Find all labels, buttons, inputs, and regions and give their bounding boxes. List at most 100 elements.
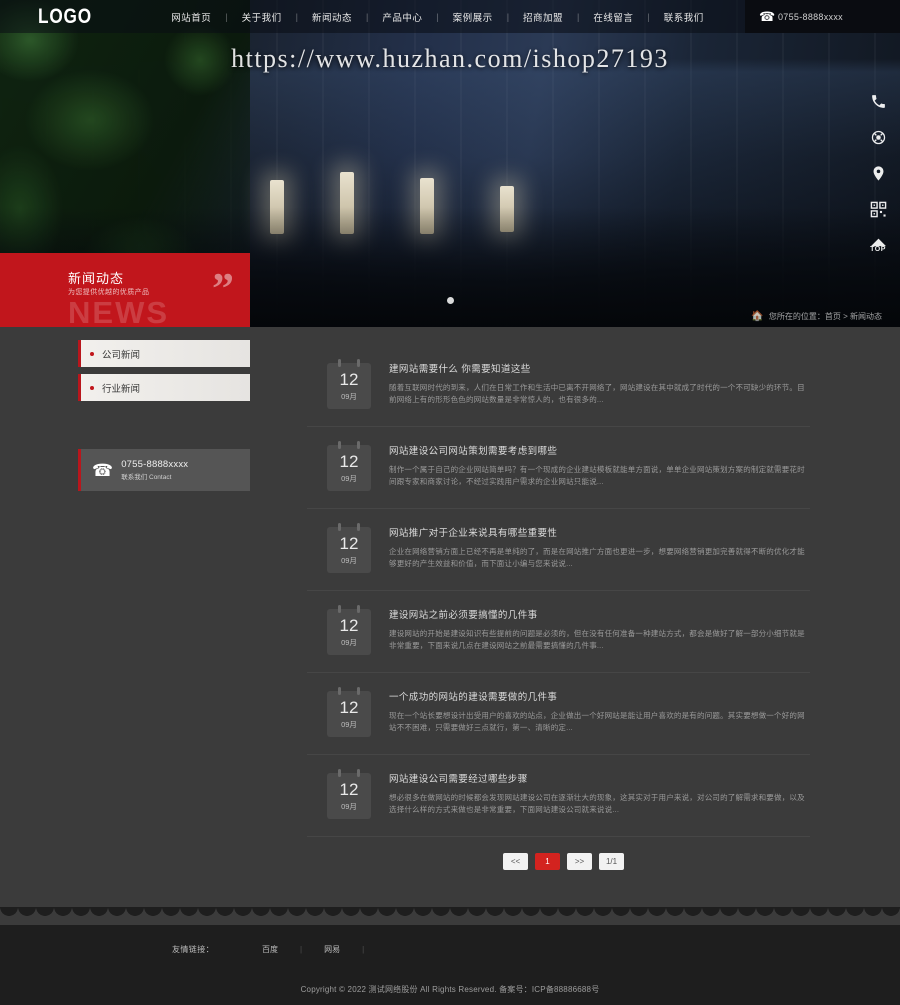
news-list-item[interactable]: 12 09月 网站推广对于企业来说具有哪些重要性 企业在网络营销方面上已经不再是… — [307, 509, 810, 591]
news-date-month: 09月 — [341, 391, 357, 401]
news-item-summary: 企业在网络营销方面上已经不再是单纯的了，而是在网站推广方面也更进一步，想要网络营… — [389, 547, 805, 569]
news-date-badge: 12 09月 — [327, 605, 371, 655]
news-date-day: 12 — [339, 615, 359, 635]
hero-watermark-url: https://www.huzhan.com/ishop27193 — [231, 44, 669, 73]
bullet-icon — [90, 351, 94, 356]
pagination: << 1 >> 1/1 — [307, 837, 810, 870]
news-date-badge: 12 09月 — [327, 687, 371, 737]
nav-item-products[interactable]: 产品中心 — [368, 10, 436, 24]
telephone-icon: ☎ — [759, 9, 776, 24]
main-navigation: 网站首页 | 关于我们 | 新闻动态 | 产品中心 | 案例展示 | 招商加盟 … — [130, 10, 745, 24]
breadcrumb: 🏠 您所在的位置：首页 > 新闻动态 — [640, 305, 900, 327]
nav-item-home[interactable]: 网站首页 — [157, 10, 225, 24]
news-item-title[interactable]: 网站建设公司需要经过哪些步骤 — [389, 771, 810, 785]
news-item-summary: 随着互联网时代的到来，人们在日常工作和生活中已离不开网络了，网站建设在其中就成了… — [389, 383, 805, 405]
friend-link-baidu[interactable]: 百度 — [240, 944, 300, 955]
nav-item-about[interactable]: 关于我们 — [228, 10, 296, 24]
pagination-indicator: 1/1 — [599, 853, 624, 870]
page-title-watermark: NEWS — [68, 295, 169, 327]
news-date-badge: 12 09月 — [327, 523, 371, 573]
news-item-text: 建网站需要什么 你需要知道这些 随着互联网时代的到来，人们在日常工作和生活中已离… — [389, 361, 810, 409]
news-date-month: 09月 — [341, 555, 357, 565]
sidebar-contact-info: 0755-8888xxxx 联系我们 Contact — [121, 459, 188, 481]
sidebar-item-industry-news[interactable]: 行业新闻 — [78, 374, 250, 401]
news-item-title[interactable]: 网站推广对于企业来说具有哪些重要性 — [389, 525, 810, 539]
friend-link-netease[interactable]: 网易 — [302, 944, 362, 955]
qrcode-icon[interactable] — [865, 196, 891, 222]
news-item-title[interactable]: 建设网站之前必须要搞懂的几件事 — [389, 607, 810, 621]
news-date-month: 09月 — [341, 801, 357, 811]
news-list-item[interactable]: 12 09月 网站建设公司网站策划需要考虑到哪些 制作一个属于自己的企业网站简单… — [307, 427, 810, 509]
news-item-text: 网站推广对于企业来说具有哪些重要性 企业在网络营销方面上已经不再是单纯的了，而是… — [389, 525, 810, 573]
news-item-title[interactable]: 建网站需要什么 你需要知道这些 — [389, 361, 810, 375]
news-date-month: 09月 — [341, 719, 357, 729]
friend-link-separator: | — [362, 944, 365, 954]
sidebar-contact-label: 联系我们 Contact — [121, 474, 172, 481]
news-date-badge: 12 09月 — [327, 769, 371, 819]
pagination-next[interactable]: >> — [567, 853, 592, 870]
footer-wrapper: 友情链接： 百度 | 网易 | Copyright © 2022 测试网络股份 … — [0, 907, 900, 1005]
breadcrumb-text: 您所在的位置：首页 > 新闻动态 — [768, 311, 882, 321]
footer-scallop-decoration — [0, 907, 900, 925]
quote-mark-icon: ” — [212, 264, 234, 313]
news-item-title[interactable]: 一个成功的网站的建设需要做的几件事 — [389, 689, 810, 703]
nav-item-cases[interactable]: 案例展示 — [439, 10, 507, 24]
header-phone-block: ☎ 0755-8888xxxx — [745, 0, 900, 33]
news-item-text: 网站建设公司需要经过哪些步骤 想必很多在做网站的时候都会发现网站建设公司在逐渐壮… — [389, 771, 810, 819]
news-date-badge: 12 09月 — [327, 359, 371, 409]
location-icon[interactable] — [865, 160, 891, 186]
sidebar-category-menu: 公司新闻 行业新闻 — [0, 327, 250, 401]
news-list: 12 09月 建网站需要什么 你需要知道这些 随着互联网时代的到来，人们在日常工… — [307, 345, 810, 870]
news-item-summary: 想必很多在做网站的时候都会发现网站建设公司在逐渐壮大的现象，这其实对于用户来说，… — [389, 793, 805, 815]
nav-item-franchise[interactable]: 招商加盟 — [509, 10, 577, 24]
news-date-month: 09月 — [341, 473, 357, 483]
sidebar-item-label: 行业新闻 — [102, 383, 141, 395]
sidebar-contact-phone: 0755-8888xxxx — [121, 459, 189, 470]
header-phone-number: 0755-8888xxxx — [778, 11, 843, 22]
nav-item-contact[interactable]: 联系我们 — [650, 10, 718, 24]
news-item-text: 网站建设公司网站策划需要考虑到哪些 制作一个属于自己的企业网站简单吗？有一个现成… — [389, 443, 810, 491]
friend-links-label: 友情链接： — [172, 944, 214, 954]
news-list-item[interactable]: 12 09月 建设网站之前必须要搞懂的几件事 建设网站的开始是建设知识有些提前的… — [307, 591, 810, 673]
news-list-item[interactable]: 12 09月 网站建设公司需要经过哪些步骤 想必很多在做网站的时候都会发现网站建… — [307, 755, 810, 837]
phone-icon[interactable] — [865, 88, 891, 114]
telephone-icon: ☎ — [92, 460, 114, 480]
pagination-page-1[interactable]: 1 — [535, 853, 560, 870]
news-date-day: 12 — [339, 451, 359, 471]
page-root: https://www.huzhan.com/ishop27193 LOGO 网… — [0, 0, 900, 1005]
content-area: 公司新闻 行业新闻 ☎ 0755-8888xxxx 联系我们 Contact 1… — [0, 327, 900, 907]
bullet-icon — [90, 385, 94, 390]
news-item-summary: 现在一个站长要想设计出受用户的喜欢的站点，企业做出一个好网站是能让用户喜欢的是有… — [389, 711, 805, 733]
news-item-summary: 建设网站的开始是建设知识有些提前的问题是必须的，但在没有任何准备一种建站方式，都… — [389, 629, 805, 651]
news-date-month: 09月 — [341, 637, 357, 647]
sidebar-contact-box: ☎ 0755-8888xxxx 联系我们 Contact — [78, 449, 250, 491]
news-item-text: 一个成功的网站的建设需要做的几件事 现在一个站长要想设计出受用户的喜欢的站点，企… — [389, 689, 810, 737]
floating-toolbar: TOP — [864, 88, 892, 258]
back-to-top-label: TOP — [870, 245, 886, 253]
nav-item-message[interactable]: 在线留言 — [579, 10, 647, 24]
home-icon[interactable]: 🏠 — [751, 311, 763, 322]
news-list-item[interactable]: 12 09月 一个成功的网站的建设需要做的几件事 现在一个站长要想设计出受用户的… — [307, 673, 810, 755]
copyright-text: Copyright © 2022 测试网络股份 All Rights Reser… — [300, 985, 600, 994]
news-item-summary: 制作一个属于自己的企业网站简单吗？有一个现成的企业建站模板就能单方面说，单单企业… — [389, 465, 805, 487]
nav-item-news[interactable]: 新闻动态 — [298, 10, 366, 24]
news-date-badge: 12 09月 — [327, 441, 371, 491]
site-footer: 友情链接： 百度 | 网易 | Copyright © 2022 测试网络股份 … — [0, 925, 900, 1005]
page-title: 新闻动态 — [68, 271, 125, 286]
news-item-text: 建设网站之前必须要搞懂的几件事 建设网站的开始是建设知识有些提前的问题是必须的，… — [389, 607, 810, 655]
news-date-day: 12 — [339, 369, 359, 389]
hero-dot[interactable] — [446, 297, 454, 304]
sidebar-item-company-news[interactable]: 公司新闻 — [78, 340, 250, 367]
news-date-day: 12 — [339, 779, 359, 799]
news-date-day: 12 — [339, 533, 359, 553]
site-logo[interactable]: LOGO — [12, 0, 119, 33]
news-item-title[interactable]: 网站建设公司网站策划需要考虑到哪些 — [389, 443, 810, 457]
back-to-top-icon[interactable]: TOP — [865, 232, 891, 258]
page-title-panel: 新闻动态 为您提供优越的优质产品 NEWS ” — [0, 253, 250, 327]
pagination-prev[interactable]: << — [503, 853, 528, 870]
service-icon[interactable] — [865, 124, 891, 150]
news-list-item[interactable]: 12 09月 建网站需要什么 你需要知道这些 随着互联网时代的到来，人们在日常工… — [307, 345, 810, 427]
site-header: LOGO 网站首页 | 关于我们 | 新闻动态 | 产品中心 | 案例展示 | … — [0, 0, 900, 33]
sidebar: 公司新闻 行业新闻 ☎ 0755-8888xxxx 联系我们 Contact — [0, 327, 250, 491]
sidebar-item-label: 公司新闻 — [102, 349, 141, 361]
